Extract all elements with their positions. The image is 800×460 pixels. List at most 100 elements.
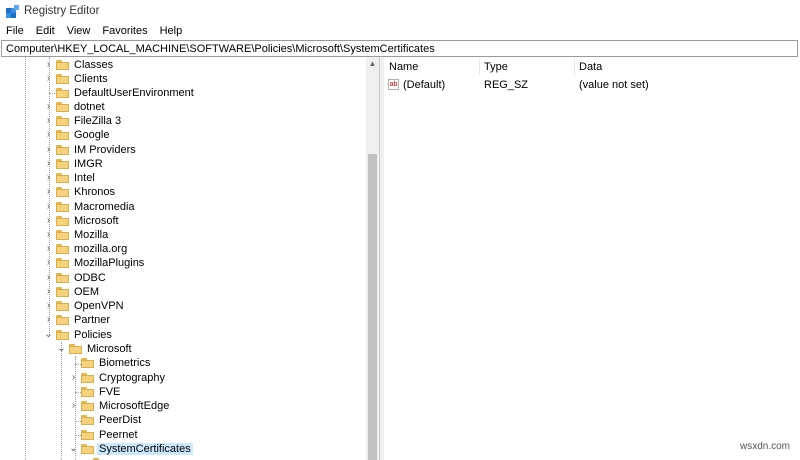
tree-node[interactable]: › OEM [44, 285, 101, 299]
folder-icon [56, 273, 69, 283]
tree-node[interactable]: › Macromedia [44, 200, 137, 214]
value-name: (Default) [403, 79, 446, 91]
tree-node[interactable]: Biometrics [69, 356, 152, 370]
expand-icon[interactable]: › [44, 202, 53, 212]
expand-icon[interactable]: › [44, 301, 53, 311]
folder-icon [56, 60, 69, 70]
tree-node-label: MozillaPlugins [74, 257, 145, 269]
tree-scrollbar[interactable]: ▲ [366, 57, 379, 460]
folder-icon [56, 130, 69, 140]
tree-node-label: Cryptography [99, 372, 166, 384]
column-header-name[interactable]: Name [389, 57, 418, 77]
expand-icon[interactable]: › [44, 273, 53, 283]
tree-node[interactable]: › Classes [44, 58, 115, 72]
expand-icon[interactable]: › [44, 159, 53, 169]
expand-icon[interactable]: › [44, 116, 53, 126]
tree-node-label: ODBC [74, 272, 106, 284]
expand-icon[interactable]: › [44, 145, 53, 155]
tree-node[interactable]: › Clients [44, 72, 110, 86]
expand-icon[interactable]: › [44, 74, 53, 84]
tree-node[interactable]: › IM Providers [44, 143, 138, 157]
tree-node[interactable]: ⌄ Policies [44, 328, 114, 342]
tree-node[interactable]: › MicrosoftEdge [69, 399, 171, 413]
tree-node[interactable]: DefaultUserEnvironment [44, 86, 196, 100]
folder-icon [56, 287, 69, 297]
values-list[interactable]: Name Type Data ab (Default) REG_SZ (valu… [384, 57, 800, 460]
tree-node-label: Google [74, 129, 110, 141]
folder-icon [56, 230, 69, 240]
expand-icon[interactable]: ⌄ [57, 344, 66, 354]
key-tree[interactable]: › Classes › Clients DefaultUserEnvironment… [0, 57, 380, 460]
tree-node[interactable]: › Mozilla [44, 228, 110, 242]
column-separator[interactable] [574, 59, 575, 75]
tree-node[interactable]: › ODBC [44, 271, 108, 285]
tree-node-label: Microsoft [74, 215, 119, 227]
tree-node-label: IMGR [74, 158, 103, 170]
tree-node[interactable]: › mozilla.org [44, 242, 129, 256]
expand-icon[interactable]: › [44, 230, 53, 240]
menu-file[interactable]: File [0, 23, 30, 40]
tree-node[interactable]: › dotnet [44, 100, 107, 114]
menu-favorites[interactable]: Favorites [96, 23, 153, 40]
tree-node[interactable]: › Intel [44, 171, 97, 185]
window-title: Registry Editor [24, 5, 100, 17]
expand-icon[interactable]: › [69, 401, 78, 411]
expand-icon[interactable]: › [44, 258, 53, 268]
tree-node[interactable]: › Microsoft [44, 214, 121, 228]
tree-node[interactable]: ⌄ Microsoft [57, 342, 134, 356]
tree-node-label: Mozilla [74, 229, 109, 241]
tree-node[interactable]: › OpenVPN [44, 299, 126, 313]
tree-node-label: Biometrics [99, 357, 151, 369]
menu-edit[interactable]: Edit [30, 23, 61, 40]
tree-node-partial[interactable] [81, 456, 106, 460]
menu-view[interactable]: View [61, 23, 97, 40]
tree-node[interactable]: PeerDist [69, 413, 143, 427]
column-header-type[interactable]: Type [484, 57, 508, 77]
folder-icon [56, 301, 69, 311]
collapse-icon[interactable]: ⌄ [69, 444, 78, 454]
tree-node[interactable]: › Partner [44, 313, 112, 327]
expand-icon[interactable]: › [44, 60, 53, 70]
tree-node-selected[interactable]: ⌄ SystemCertificates [69, 442, 193, 456]
menu-bar: File Edit View Favorites Help [0, 23, 800, 40]
expand-icon[interactable]: › [44, 244, 53, 254]
menu-help[interactable]: Help [154, 23, 189, 40]
tree-node-label: FVE [99, 386, 121, 398]
value-row[interactable]: ab (Default) REG_SZ (value not set) [384, 77, 800, 93]
scroll-up-arrow-icon[interactable]: ▲ [366, 57, 379, 70]
expand-icon [69, 415, 78, 424]
expand-icon[interactable]: › [44, 216, 53, 226]
tree-node[interactable]: FVE [69, 385, 122, 399]
string-value-icon: ab [388, 79, 399, 90]
expand-icon[interactable]: › [44, 173, 53, 183]
tree-node-label: Microsoft [87, 343, 132, 355]
tree-node[interactable]: › IMGR [44, 157, 105, 171]
tree-node[interactable]: › Cryptography [69, 371, 167, 385]
tree-node[interactable]: Peernet [69, 428, 140, 442]
expand-icon[interactable]: › [44, 315, 53, 325]
tree-node-label: Classes [74, 59, 114, 71]
folder-icon [56, 74, 69, 84]
expand-icon[interactable]: › [69, 373, 78, 383]
tree-node-label: MicrosoftEdge [99, 400, 170, 412]
column-header-data[interactable]: Data [579, 57, 602, 77]
column-separator[interactable] [479, 59, 480, 75]
expand-icon[interactable]: › [44, 102, 53, 112]
tree-node[interactable]: › FileZilla 3 [44, 114, 123, 128]
tree-node-label: OEM [74, 286, 100, 298]
expand-icon[interactable]: › [44, 287, 53, 297]
expand-icon[interactable]: › [44, 130, 53, 140]
tree-node-label: Partner [74, 314, 111, 326]
folder-icon [81, 358, 94, 368]
tree-node[interactable]: › Google [44, 128, 111, 142]
address-bar[interactable]: Computer\HKEY_LOCAL_MACHINE\SOFTWARE\Pol… [1, 40, 798, 57]
expand-icon[interactable]: › [44, 187, 53, 197]
folder-icon [56, 116, 69, 126]
tree-node[interactable]: › Khronos [44, 185, 117, 199]
expand-icon[interactable]: ⌄ [44, 330, 53, 340]
tree-node-label: PeerDist [99, 414, 142, 426]
scroll-thumb[interactable] [368, 154, 377, 460]
expand-icon [69, 430, 78, 439]
tree-node[interactable]: › MozillaPlugins [44, 256, 146, 270]
watermark: wsxdn.com [739, 441, 790, 452]
